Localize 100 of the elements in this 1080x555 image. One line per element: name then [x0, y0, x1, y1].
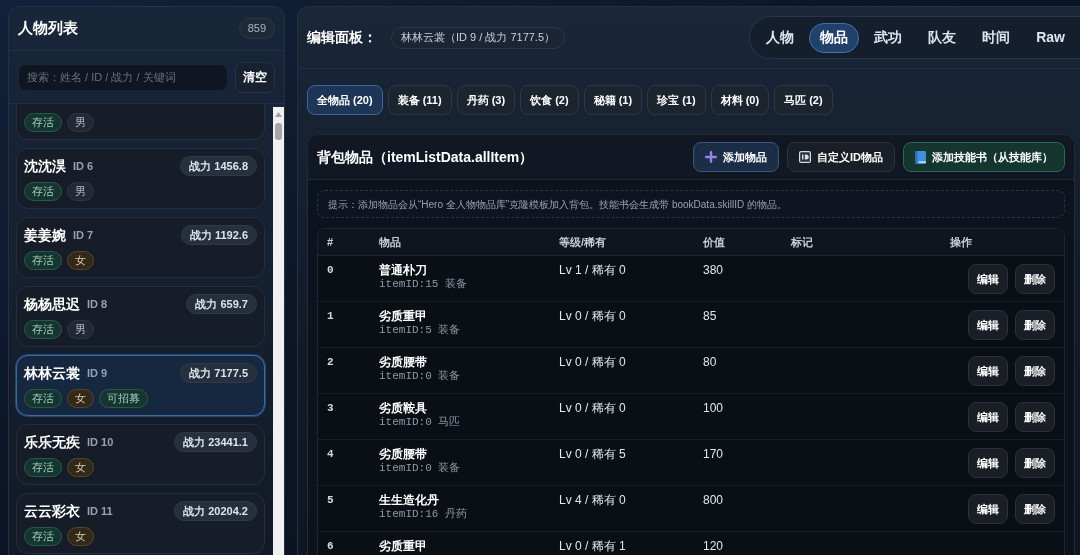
- row-action-button[interactable]: 删除: [1015, 494, 1055, 524]
- column-header: #: [327, 234, 334, 250]
- row-action-button[interactable]: 编辑: [968, 494, 1008, 524]
- item-id: itemID:0 装备: [379, 369, 461, 383]
- tag: 女: [67, 389, 94, 408]
- category-tab[interactable]: 装备 (11): [387, 85, 452, 115]
- row-action-button[interactable]: 删除: [1015, 402, 1055, 432]
- row-index: 5: [327, 493, 334, 507]
- column-header: 价值: [703, 234, 725, 250]
- item-id: itemID:15 装备: [379, 277, 467, 291]
- item-level: Lv 0 / 稀有 1: [559, 539, 626, 553]
- power-badge: 战力 20204.2: [174, 501, 257, 521]
- item-level: Lv 1 / 稀有 0: [559, 263, 626, 277]
- row-action-button[interactable]: 删除: [1015, 264, 1055, 294]
- item-name: 劣质重甲: [379, 539, 427, 553]
- action-button[interactable]: 自定义ID物品: [787, 142, 895, 172]
- character-name: 乐乐无疾: [24, 433, 80, 452]
- editor-tab[interactable]: 时间: [971, 22, 1022, 53]
- editor-tab[interactable]: 武功: [863, 22, 914, 53]
- item-level: Lv 0 / 稀有 0: [559, 401, 626, 415]
- clear-button[interactable]: 清空: [235, 61, 275, 93]
- row-action-button[interactable]: 编辑: [968, 448, 1008, 478]
- tag: 男: [67, 182, 94, 201]
- count-badge: 859: [238, 18, 275, 39]
- row-action-button[interactable]: 编辑: [968, 264, 1008, 294]
- editor-tab[interactable]: 队友: [917, 22, 968, 53]
- editor-tab[interactable]: 物品: [809, 22, 860, 53]
- character-id: ID 11: [87, 503, 113, 519]
- item-id: itemID:16 丹药: [379, 507, 467, 521]
- category-tab[interactable]: 丹药 (3): [456, 85, 516, 115]
- tag: 可招募: [99, 389, 148, 408]
- column-header: 物品: [379, 234, 401, 250]
- category-tab[interactable]: 马匹 (2): [774, 85, 833, 115]
- tag: 女: [67, 458, 94, 477]
- action-button[interactable]: 添加技能书（从技能库）: [903, 142, 1065, 172]
- plus-icon: [705, 151, 717, 163]
- row-index: 4: [327, 447, 334, 461]
- item-value: 85: [703, 309, 717, 323]
- current-character-badge: 林林云裳（ID 9 / 战力 7177.5）: [391, 26, 566, 49]
- category-tab[interactable]: 全物品 (20): [307, 85, 383, 115]
- item-value: 120: [703, 539, 724, 553]
- character-card[interactable]: 乐乐无疾 ID 10 战力 23441.1 存活 女: [16, 424, 265, 485]
- row-action-button[interactable]: 编辑: [968, 402, 1008, 432]
- editor-title: 编辑面板：: [307, 28, 377, 47]
- item-name: 劣质腰带: [379, 355, 427, 369]
- row-index: 3: [327, 401, 334, 415]
- category-tab[interactable]: 材料 (0): [710, 85, 770, 115]
- row-index: 1: [327, 309, 334, 323]
- character-card[interactable]: 沈沈淏 ID 6 战力 1456.8 存活 男: [16, 148, 265, 209]
- item-id: itemID:0 装备: [379, 461, 461, 475]
- tag: 存活: [24, 389, 62, 408]
- column-header: 操作: [950, 234, 972, 250]
- character-name: 姜姜婉: [24, 226, 66, 245]
- tag: 存活: [24, 458, 62, 477]
- item-level: Lv 0 / 稀有 5: [559, 447, 626, 461]
- row-action-button[interactable]: 删除: [1015, 356, 1055, 386]
- item-name: 普通朴刀: [379, 263, 427, 277]
- power-badge: 战力 1192.6: [180, 225, 257, 245]
- item-value: 170: [703, 447, 724, 461]
- power-badge: 战力 1456.8: [180, 156, 257, 176]
- scrollbar-thumb[interactable]: [275, 123, 282, 140]
- tag: 存活: [24, 251, 62, 270]
- category-tab[interactable]: 珍宝 (1): [647, 85, 706, 115]
- category-tab[interactable]: 饮食 (2): [520, 85, 579, 115]
- scroll-up-arrow-icon[interactable]: [275, 112, 282, 117]
- tag: 存活: [24, 320, 62, 339]
- character-card[interactable]: 存活 男: [16, 104, 265, 140]
- scrollbar[interactable]: [273, 107, 284, 555]
- panel-title: 人物列表: [18, 18, 78, 39]
- character-id: ID 8: [87, 296, 108, 312]
- book-icon: [915, 150, 926, 164]
- row-action-button[interactable]: 编辑: [968, 356, 1008, 386]
- character-name: 林林云裳: [24, 364, 80, 383]
- row-action-button[interactable]: 编辑: [968, 310, 1008, 340]
- hint-box: 提示：添加物品会从“Hero 全人物物品库”克隆模板加入背包。技能书会生成带 bookData.skillID 的物品。: [317, 190, 1065, 218]
- row-action-button[interactable]: 删除: [1015, 310, 1055, 340]
- search-field[interactable]: 搜索：姓名 / ID / 战力 / 关键词: [18, 63, 228, 91]
- character-id: ID 10: [87, 434, 114, 450]
- character-card[interactable]: 姜姜婉 ID 7 战力 1192.6 存活 女: [16, 217, 265, 278]
- character-id: ID 9: [87, 365, 108, 381]
- row-index: 2: [327, 355, 334, 369]
- character-card[interactable]: 林林云裳 ID 9 战力 7177.5 存活 女 可招募: [16, 355, 265, 416]
- column-header: 等级/稀有: [559, 234, 607, 250]
- backpack-title: 背包物品（itemListData.allItem）: [317, 147, 534, 167]
- character-name: 沈沈淏: [24, 157, 66, 176]
- editor-tab[interactable]: Raw: [1025, 22, 1076, 53]
- item-id: itemID:0 马匹: [379, 415, 461, 429]
- category-tab[interactable]: 秘籍 (1): [583, 85, 643, 115]
- item-id: itemID:5 装备: [379, 323, 461, 337]
- power-badge: 战力 7177.5: [180, 363, 257, 383]
- item-name: 劣质鞍具: [379, 401, 427, 415]
- tag: 男: [67, 320, 94, 339]
- character-card[interactable]: 杨杨思迟 ID 8 战力 659.7 存活 男: [16, 286, 265, 347]
- character-card[interactable]: 云云彩衣 ID 11 战力 20204.2 存活 女: [16, 493, 265, 554]
- column-header: 标记: [791, 234, 813, 250]
- tag: 存活: [24, 113, 62, 132]
- editor-tab[interactable]: 人物: [755, 22, 806, 53]
- row-action-button[interactable]: 删除: [1015, 448, 1055, 478]
- action-button[interactable]: 添加物品: [693, 142, 779, 172]
- tag: 女: [67, 251, 94, 270]
